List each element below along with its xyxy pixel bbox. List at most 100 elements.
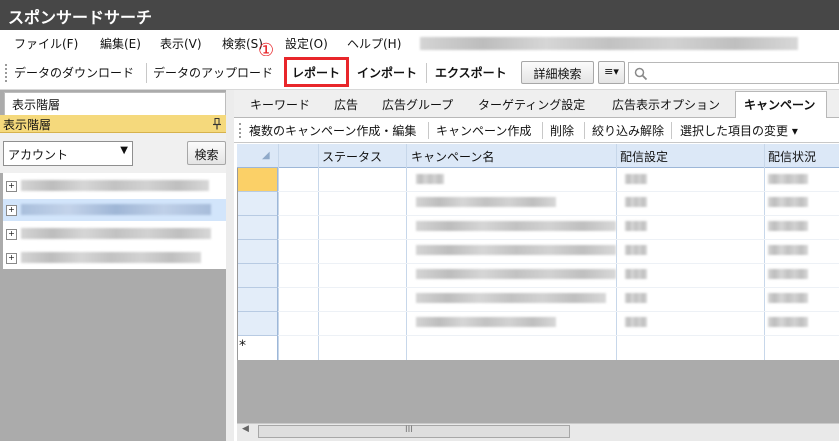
tab-targeting[interactable]: ターゲティング設定 [478,96,585,113]
row-header[interactable] [238,192,278,216]
chevron-down-icon: ▼ [120,145,128,156]
column-header-delivery-status[interactable]: 配信状況 [768,148,816,165]
toolbar-divider [428,122,429,139]
row-divider [278,191,839,192]
menu-help[interactable]: ヘルプ(H) [347,35,401,52]
column-header-campaign-name[interactable]: キャンペーン名 [411,148,494,165]
redacted-cell [625,317,647,327]
expand-icon[interactable]: + [6,253,17,264]
column-divider [616,144,617,360]
bulk-campaign-edit-button[interactable]: 複数のキャンペーン作成・編集 [249,122,416,139]
report-highlight-box [284,57,349,87]
tab-ad[interactable]: 広告 [334,96,358,113]
redacted-cell [416,197,556,207]
left-panel-tab[interactable]: 表示階層 [4,92,226,116]
account-level-select[interactable]: アカウント ▼ [3,141,133,166]
scrollbar-thumb[interactable]: III [258,425,570,438]
redacted-account-info [420,37,798,50]
redacted-cell [768,174,808,184]
menu-search[interactable]: 検索(S) [222,35,263,52]
redacted-cell [768,197,808,207]
toolbar-grip [239,123,243,138]
expand-icon[interactable]: + [6,205,17,216]
toolbar-grip [5,64,9,82]
upload-data-button[interactable]: データのアップロード [153,64,273,81]
tab-ad-extensions[interactable]: 広告表示オプション [612,96,720,113]
menu-settings[interactable]: 設定(O) [285,35,328,52]
row-header[interactable] [238,264,278,288]
search-icon [634,67,648,81]
search-input[interactable] [628,62,839,84]
tab-campaign[interactable]: キャンペーン [744,96,815,113]
row-divider [278,239,839,240]
redacted-cell [768,221,808,231]
redacted-cell [625,221,647,231]
tree-item-selected[interactable]: + [3,199,226,221]
clear-filter-button[interactable]: 絞り込み解除 [592,122,664,139]
tab-keyword[interactable]: キーワード [250,96,310,113]
redacted-account-name [21,180,209,191]
redacted-cell [768,317,808,327]
redacted-cell [416,245,616,255]
redacted-cell [416,174,444,184]
row-header-current[interactable] [238,168,278,192]
toolbar-divider [146,63,147,83]
row-divider [278,287,839,288]
hierarchy-header: 表示階層 [0,115,226,133]
delete-button[interactable]: 削除 [550,122,574,139]
new-row-marker: * [239,338,246,354]
expand-icon[interactable]: + [6,181,17,192]
redacted-cell [768,269,808,279]
app-title: スポンサードサーチ [8,8,153,27]
row-header[interactable] [238,240,278,264]
toolbar-divider [671,122,672,139]
download-data-button[interactable]: データのダウンロード [14,64,134,81]
menu-edit[interactable]: 編集(E) [100,35,141,52]
redacted-cell [625,269,647,279]
hierarchy-tree: + + + + [3,173,226,269]
redacted-cell [416,317,556,327]
grid-empty-area [237,360,839,423]
expand-icon[interactable]: + [6,229,17,240]
pin-icon[interactable] [212,118,222,130]
redacted-cell [768,293,808,303]
redacted-account-name [21,228,211,239]
redacted-cell [625,245,647,255]
column-divider [764,144,765,360]
tree-item[interactable]: + [3,223,226,245]
tree-item[interactable]: + [3,175,226,197]
toolbar-divider [426,63,427,83]
toolbar-divider [584,122,585,139]
hierarchy-header-label: 表示階層 [3,118,52,132]
left-panel-tab-label: 表示階層 [12,98,61,112]
list-menu-icon[interactable]: ≡▾ [598,61,625,84]
advanced-search-button[interactable]: 詳細検索 [521,61,594,84]
row-divider [278,335,839,336]
row-header-new[interactable]: * [238,336,278,360]
tree-item[interactable]: + [3,247,226,269]
redacted-cell [625,197,647,207]
scroll-left-icon[interactable]: ◀ [242,424,249,434]
tab-ad-group[interactable]: 広告グループ [382,96,453,113]
create-campaign-button[interactable]: キャンペーン作成 [436,122,531,139]
change-selected-items-button[interactable]: 選択した項目の変更 ▾ [680,122,798,139]
hierarchy-search-button[interactable]: 検索 [187,141,226,165]
row-header[interactable] [238,216,278,240]
column-header-delivery-setting[interactable]: 配信設定 [620,148,668,165]
row-header[interactable] [238,312,278,336]
row-divider [278,263,839,264]
toolbar-divider [542,122,543,139]
menu-view[interactable]: 表示(V) [160,35,202,52]
menu-file[interactable]: ファイル(F) [14,35,78,52]
row-header[interactable] [238,288,278,312]
row-divider [278,215,839,216]
title-bar: スポンサードサーチ [0,0,839,30]
menu-bar: ファイル(F) 編集(E) 表示(V) 検索(S) 設定(O) ヘルプ(H) [0,30,839,56]
import-button[interactable]: インポート [357,64,417,81]
grid-corner-icon[interactable]: ◢ [262,150,270,161]
column-divider [406,144,407,360]
panel-splitter[interactable] [226,90,234,441]
redacted-cell [416,293,606,303]
column-header-status[interactable]: ステータス [322,148,382,165]
export-button[interactable]: エクスポート [435,64,507,81]
